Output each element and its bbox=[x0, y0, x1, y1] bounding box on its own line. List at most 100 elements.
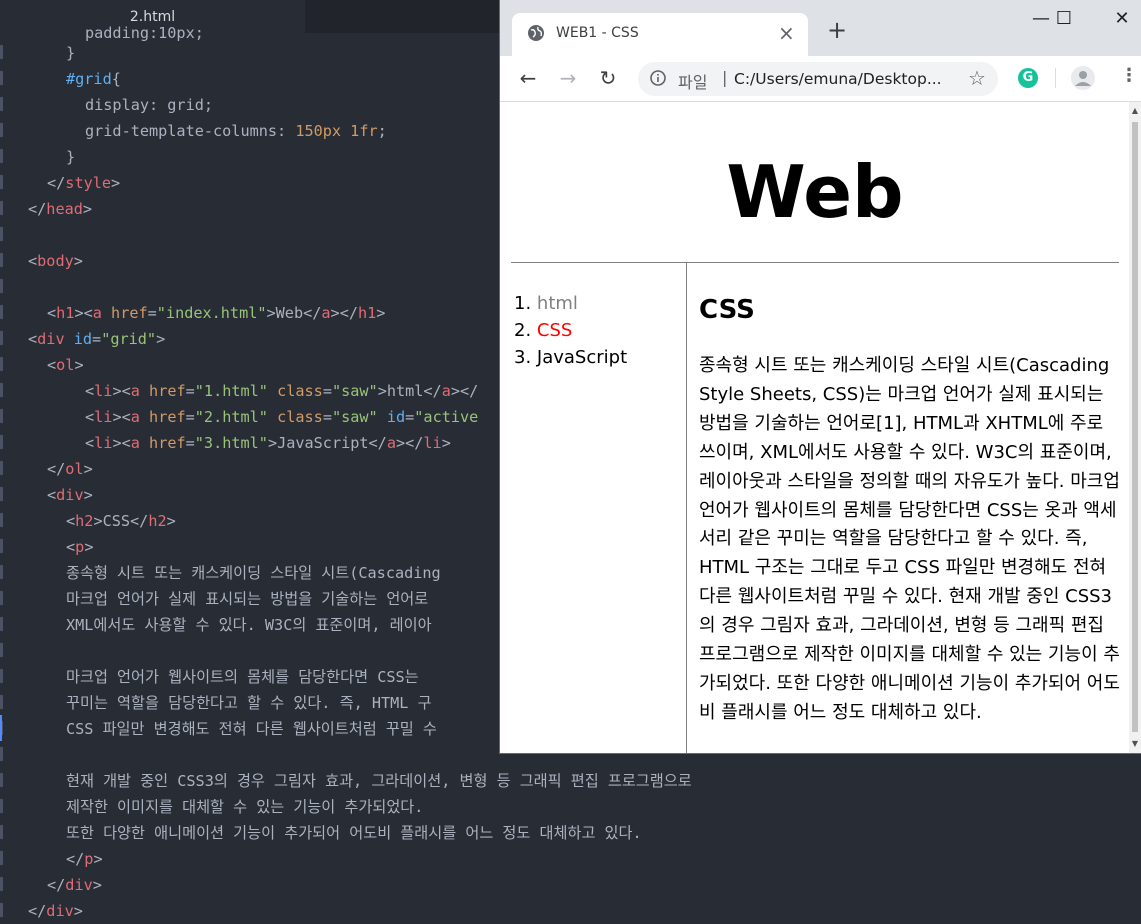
grammarly-extension-icon[interactable]: G bbox=[1018, 68, 1038, 88]
code-token: li bbox=[423, 434, 442, 452]
scroll-up-arrow-icon[interactable]: ▲ bbox=[1129, 106, 1141, 116]
code-token: li bbox=[94, 434, 113, 452]
code-line: padding:10px; bbox=[85, 20, 204, 46]
code-token: > bbox=[93, 850, 103, 868]
nav-link-css[interactable]: CSS bbox=[537, 320, 572, 341]
editor-cursor bbox=[0, 715, 2, 741]
code-token: >JavaScript</ bbox=[267, 434, 387, 452]
code-line: </p> bbox=[66, 846, 103, 872]
nav-item-number: 2. bbox=[514, 320, 537, 341]
grid-divider bbox=[686, 262, 687, 753]
code-token: 제작한 이미지를 대체할 수 있는 기능이 추가되었다. bbox=[66, 798, 424, 816]
code-token: class bbox=[267, 408, 323, 426]
code-line: XML에서도 사용할 수 있다. W3C의 표준이며, 레이아 bbox=[66, 612, 432, 638]
code-token: = bbox=[185, 382, 195, 400]
code-token: li bbox=[94, 382, 113, 400]
code-token: < bbox=[85, 434, 95, 452]
code-token: = bbox=[147, 304, 157, 322]
profile-avatar-icon[interactable] bbox=[1071, 66, 1095, 90]
code-token: a bbox=[441, 382, 451, 400]
code-token: >html</ bbox=[377, 382, 442, 400]
code-token: CSS 파일만 변경해도 전혀 다른 웹사이트처럼 꾸밀 수 bbox=[66, 720, 437, 738]
code-token: < bbox=[66, 538, 76, 556]
back-button[interactable]: ← bbox=[514, 64, 542, 92]
code-token: = bbox=[322, 408, 332, 426]
code-token: div bbox=[46, 902, 74, 920]
url-text[interactable]: C:/Users/emuna/Desktop... bbox=[734, 70, 954, 88]
code-token: > bbox=[376, 304, 386, 322]
code-token: "3.html" bbox=[194, 434, 268, 452]
code-token: > bbox=[441, 434, 451, 452]
code-token: > bbox=[73, 902, 83, 920]
nav-link-html[interactable]: html bbox=[537, 293, 578, 314]
tab-close-icon[interactable]: × bbox=[778, 21, 795, 45]
nav-item-number: 3. bbox=[514, 347, 537, 368]
page-viewport[interactable]: Web 1. html 2. CSS 3. JavaScript CSS 종속형 시… bbox=[500, 102, 1141, 753]
code-token: < bbox=[47, 356, 57, 374]
code-token: 종속형 시트 또는 캐스케이딩 스타일 시트(Cascading bbox=[66, 564, 441, 582]
code-line: </div> bbox=[28, 898, 83, 924]
code-token: > bbox=[92, 876, 102, 894]
code-token: style bbox=[65, 174, 112, 192]
code-token: a bbox=[92, 304, 102, 322]
code-token: < bbox=[28, 252, 38, 270]
bookmark-star-icon[interactable]: ☆ bbox=[968, 66, 986, 90]
code-token: grid-template-columns: bbox=[85, 122, 296, 140]
code-token: head bbox=[46, 200, 83, 218]
code-token: </ bbox=[28, 902, 47, 920]
code-token: >< bbox=[112, 382, 131, 400]
code-token: "index.html" bbox=[156, 304, 267, 322]
code-token: >< bbox=[112, 434, 131, 452]
window-maximize-button[interactable]: ☐ bbox=[1044, 8, 1084, 36]
code-token: 현재 개발 중인 CSS3의 경우 그림자 효과, 그라데이션, 변형 등 그래… bbox=[66, 772, 692, 790]
code-token: 또한 다양한 애니메이션 기능이 추가되어 어도비 플래시를 어느 정도 대체하… bbox=[66, 824, 642, 842]
code-line: </head> bbox=[28, 196, 92, 222]
code-token: < bbox=[85, 382, 95, 400]
page-title[interactable]: Web bbox=[511, 150, 1119, 234]
scrollbar-thumb[interactable] bbox=[1132, 122, 1138, 732]
code-token: > bbox=[166, 512, 176, 530]
code-token: "1.html" bbox=[194, 382, 268, 400]
window-close-button[interactable]: ✕ bbox=[1102, 8, 1141, 36]
code-token: display: grid; bbox=[85, 96, 214, 114]
browser-menu-icon[interactable]: ⋮ bbox=[1120, 65, 1138, 86]
code-line: display: grid; bbox=[85, 92, 213, 118]
nav-link-javascript[interactable]: JavaScript bbox=[537, 347, 627, 368]
code-line: 종속형 시트 또는 캐스케이딩 스타일 시트(Cascading bbox=[66, 560, 441, 586]
code-token: ></ bbox=[330, 304, 358, 322]
code-line: <div> bbox=[47, 482, 93, 508]
code-line: <body> bbox=[28, 248, 83, 274]
url-separator: | bbox=[722, 68, 728, 87]
globe-icon bbox=[528, 25, 544, 41]
code-line: <li><a href="2.html" class="saw" id="act… bbox=[85, 404, 478, 430]
code-token: ></ bbox=[450, 382, 479, 400]
reload-button[interactable]: ↻ bbox=[594, 64, 622, 92]
code-token: < bbox=[47, 304, 57, 322]
code-token: </ bbox=[28, 200, 47, 218]
code-line: </style> bbox=[47, 170, 120, 196]
code-token: > bbox=[73, 252, 83, 270]
code-token: h2 bbox=[75, 512, 94, 530]
code-token: a bbox=[321, 304, 331, 322]
forward-button[interactable]: → bbox=[554, 64, 582, 92]
code-token: a bbox=[130, 408, 140, 426]
code-token: ; bbox=[377, 122, 387, 140]
code-token: >Web</ bbox=[266, 304, 322, 322]
code-token: XML에서도 사용할 수 있다. W3C의 표준이며, 레이아 bbox=[66, 616, 432, 634]
info-icon[interactable] bbox=[650, 70, 666, 86]
content-heading: CSS bbox=[699, 295, 755, 325]
code-token: > bbox=[82, 200, 93, 218]
browser-tab-active[interactable]: WEB1 - CSS × bbox=[512, 13, 808, 56]
code-token: < bbox=[47, 486, 57, 504]
code-token: } bbox=[66, 44, 76, 62]
scroll-down-arrow-icon[interactable]: ▼ bbox=[1129, 739, 1141, 749]
code-token: > bbox=[156, 330, 166, 348]
code-line: grid-template-columns: 150px 1fr; bbox=[85, 118, 387, 144]
code-token: = bbox=[405, 408, 415, 426]
browser-toolbar: ← → ↻ 파일 | C:/Users/emuna/Desktop... ☆ bbox=[500, 56, 1141, 102]
code-token: href bbox=[139, 408, 186, 426]
new-tab-button[interactable]: + bbox=[827, 18, 847, 42]
code-token: = bbox=[92, 330, 102, 348]
address-bar[interactable]: 파일 | C:/Users/emuna/Desktop... ☆ bbox=[638, 62, 998, 96]
code-token: >< bbox=[74, 304, 93, 322]
